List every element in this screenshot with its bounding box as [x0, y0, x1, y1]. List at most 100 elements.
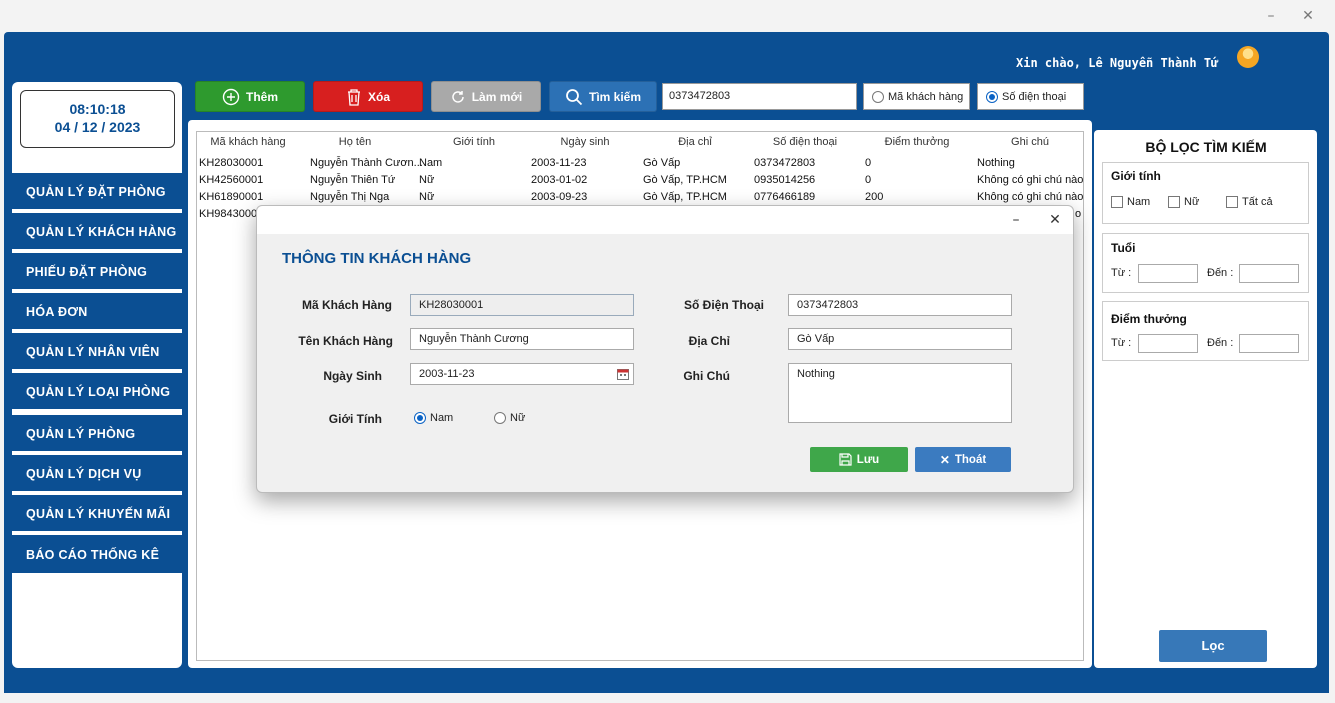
points-from-input[interactable]: [1138, 334, 1198, 353]
dialog-minimize-button[interactable]: –: [1006, 210, 1026, 230]
phone-field[interactable]: 0373472803: [788, 294, 1012, 316]
dob-field[interactable]: 2003-11-23: [410, 363, 634, 385]
table-cell: KH61890001: [199, 191, 264, 203]
search-button[interactable]: Tìm kiếm: [549, 81, 657, 112]
table-cell: Nam: [419, 157, 443, 169]
table-cell: Nữ: [419, 174, 435, 186]
gender-filter-title: Giới tính: [1111, 169, 1161, 183]
sidebar-item-reports[interactable]: BÁO CÁO THỐNG KÊ: [12, 535, 182, 575]
table-cell: Nothing: [977, 157, 1015, 169]
customer-name-field[interactable]: Nguyễn Thành Cương: [410, 328, 634, 350]
radio-gender-female[interactable]: Nữ: [494, 412, 525, 424]
gender-label: Giới Tính: [328, 412, 382, 426]
column-header[interactable]: Địa chỉ: [645, 136, 745, 148]
table-cell: Không có ghi chú nào: [977, 191, 1084, 203]
clock-time: 08:10:18: [69, 101, 126, 117]
app-window: – ✕ Xin chào, Lê Nguyễn Thành Tứ 08:10:1…: [0, 0, 1335, 703]
sidebar-item-services[interactable]: QUẢN LÝ DỊCH VỤ: [12, 455, 182, 493]
table-cell: Nguyễn Thị Nga: [310, 191, 390, 203]
sidebar-item-customers[interactable]: QUẢN LÝ KHÁCH HÀNG: [12, 213, 182, 251]
age-to-input[interactable]: [1239, 264, 1299, 283]
radio-phone-number-label: Số điện thoại: [1002, 90, 1067, 103]
clock-date: 04 / 12 / 2023: [54, 119, 141, 135]
table-cell: Gò Vấp, TP.HCM: [643, 174, 727, 186]
radio-gender-female-label: Nữ: [510, 412, 526, 424]
table-cell: 0935014256: [754, 174, 816, 186]
radio-selected-icon: [986, 90, 998, 103]
greeting-text: Xin chào, Lê Nguyễn Thành Tứ: [1016, 56, 1219, 70]
filter-title: BỘ LỌC TÌM KIẾM: [1145, 139, 1267, 155]
customer-name-label: Tên Khách Hàng: [298, 334, 393, 348]
save-button[interactable]: Lưu: [810, 447, 908, 472]
plus-circle-icon: [222, 88, 240, 105]
radio-gender-male[interactable]: Nam: [414, 412, 453, 424]
sidebar-item-invoices[interactable]: HÓA ĐƠN: [12, 293, 182, 331]
age-filter-title: Tuổi: [1111, 241, 1136, 255]
add-button[interactable]: Thêm: [195, 81, 305, 112]
table-cell: 2003-01-02: [531, 174, 588, 186]
add-button-label: Thêm: [245, 89, 278, 104]
checkbox-female-label: Nữ: [1184, 196, 1200, 208]
age-to-label: Đến :: [1207, 267, 1234, 279]
sidebar-item-promotions[interactable]: QUẢN LÝ KHUYẾN MÃI: [12, 495, 182, 533]
column-header[interactable]: Điểm thưởng: [862, 136, 972, 148]
search-input[interactable]: 0373472803: [662, 83, 857, 110]
age-from-input[interactable]: [1138, 264, 1198, 283]
checkbox-all[interactable]: [1226, 196, 1238, 208]
customer-code-label: Mã Khách Hàng: [301, 298, 392, 312]
column-header[interactable]: Ngày sinh: [535, 136, 635, 148]
table-cell: 2003-09-23: [531, 191, 588, 203]
column-header[interactable]: Giới tính: [425, 136, 523, 148]
search-icon: [566, 88, 583, 105]
refresh-button[interactable]: Làm mới: [431, 81, 541, 112]
table-cell: 0373472803: [754, 157, 816, 169]
close-icon: ✕: [939, 452, 950, 467]
checkbox-all-label: Tất cả: [1242, 196, 1273, 208]
calendar-icon[interactable]: [617, 368, 629, 380]
radio-customer-code[interactable]: Mã khách hàng: [863, 83, 970, 110]
refresh-icon: [452, 90, 464, 103]
sidebar-item-booking[interactable]: QUẢN LÝ ĐẶT PHÒNG: [12, 173, 182, 211]
column-header[interactable]: Số điện thoại: [750, 136, 860, 148]
table-cell: KH98430001: [199, 208, 264, 220]
sidebar-item-room-types[interactable]: QUẢN LÝ LOẠI PHÒNG: [12, 373, 182, 411]
delete-button[interactable]: Xóa: [313, 81, 423, 112]
sidebar-item-employees[interactable]: QUẢN LÝ NHÂN VIÊN: [12, 333, 182, 371]
refresh-button-label: Làm mới: [471, 89, 523, 104]
checkbox-female[interactable]: [1168, 196, 1180, 208]
dialog-close-button[interactable]: ✕: [1045, 210, 1065, 230]
column-header[interactable]: Ghi chú: [975, 136, 1085, 148]
customer-code-field[interactable]: KH28030001: [410, 294, 634, 316]
checkbox-male[interactable]: [1111, 196, 1123, 208]
radio-phone-number[interactable]: Số điện thoại: [977, 83, 1084, 110]
table-cell: KH28030001: [199, 157, 264, 169]
table-cell: Không có ghi chú nào: [977, 174, 1084, 186]
radio-selected-icon: [414, 412, 426, 424]
dob-value: 2003-11-23: [419, 368, 475, 380]
points-to-input[interactable]: [1239, 334, 1299, 353]
note-field[interactable]: Nothing: [788, 363, 1012, 423]
sidebar-item-rooms[interactable]: QUẢN LÝ PHÒNG: [12, 415, 182, 453]
exit-button[interactable]: ✕ Thoát: [915, 447, 1011, 472]
minimize-button[interactable]: –: [1260, 6, 1282, 26]
table-cell: KH42560001: [199, 174, 264, 186]
dialog-titlebar: – ✕: [257, 206, 1073, 234]
checkbox-male-label: Nam: [1127, 196, 1151, 208]
radio-circle-icon: [494, 412, 506, 424]
dob-label: Ngày Sinh: [323, 369, 382, 383]
address-field[interactable]: Gò Vấp: [788, 328, 1012, 350]
user-avatar-icon[interactable]: [1237, 46, 1259, 68]
filter-button[interactable]: Lọc: [1159, 630, 1267, 662]
close-button[interactable]: ✕: [1297, 6, 1319, 26]
table-cell: Nữ: [419, 191, 435, 203]
table-cell: 200: [865, 191, 884, 203]
table-cell: 0776466189: [754, 191, 816, 203]
note-label: Ghi Chú: [683, 369, 730, 383]
bottom-bar: [4, 674, 1329, 693]
column-header[interactable]: Mã khách hàng: [200, 136, 296, 148]
column-header[interactable]: Họ tên: [305, 136, 405, 148]
table-cell: 0: [865, 157, 872, 169]
sidebar-item-booking-slips[interactable]: PHIẾU ĐẶT PHÒNG: [12, 253, 182, 291]
radio-circle-icon: [872, 90, 884, 103]
save-icon: [839, 453, 852, 466]
